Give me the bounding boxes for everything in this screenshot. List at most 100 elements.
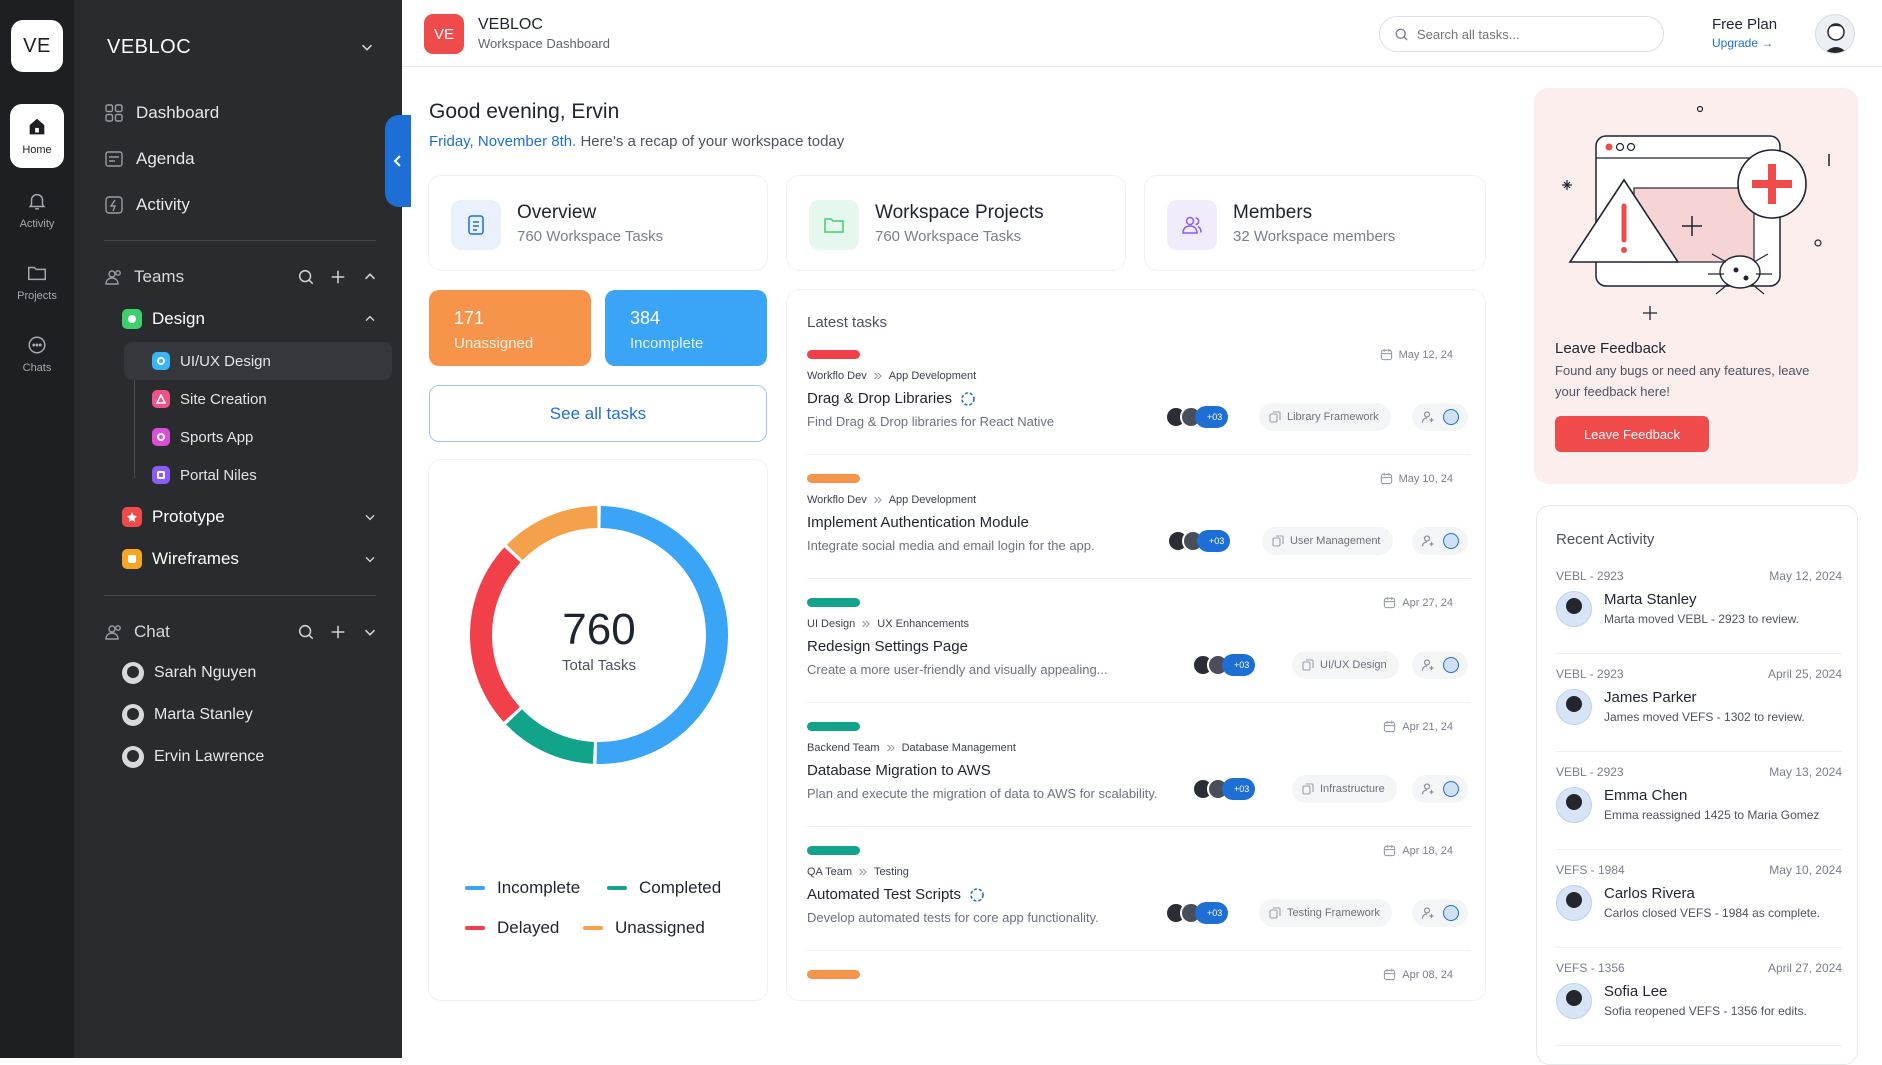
avatar	[1443, 905, 1459, 921]
workspace-logo[interactable]: VE	[424, 14, 464, 54]
chevron-left-icon	[393, 155, 401, 167]
task-tag[interactable]: Infrastructure	[1292, 775, 1397, 803]
teams-header[interactable]: Teams	[104, 263, 379, 291]
assign-button[interactable]	[1412, 899, 1468, 927]
avatar	[1443, 409, 1459, 425]
assign-button[interactable]	[1412, 527, 1468, 555]
task-assignees[interactable]: +03	[1167, 530, 1231, 552]
stat-card-overview[interactable]: Overview 760 Workspace Tasks	[429, 176, 767, 270]
task-date-text: May 10, 24	[1398, 472, 1453, 485]
upgrade-link[interactable]: Upgrade →	[1712, 36, 1773, 50]
task-assignees[interactable]: +03	[1192, 778, 1256, 800]
chevron-down-icon[interactable]	[362, 509, 378, 525]
sub-item-sports-app[interactable]: Sports App	[124, 418, 392, 456]
task-date-text: Apr 27, 24	[1402, 596, 1453, 609]
task-row[interactable]: May 12, 24 Workflo Dev App Development Drag…	[807, 349, 1471, 474]
rail-item-home[interactable]: Home	[10, 104, 64, 168]
chat-user[interactable]: Sarah Nguyen	[122, 658, 256, 688]
task-tag-label: Testing Framework	[1287, 907, 1380, 919]
tile-unassigned[interactable]: 171 Unassigned	[429, 290, 591, 366]
nav-item-agenda[interactable]: Agenda	[104, 144, 195, 174]
stat-card-workspace-projects[interactable]: Workspace Projects 760 Workspace Tasks	[787, 176, 1125, 270]
team-group-prototype[interactable]: Prototype	[122, 502, 378, 532]
task-assignees[interactable]: +03	[1192, 654, 1256, 676]
task-title[interactable]: Implement Authentication Module	[807, 514, 1029, 531]
rail-item-activity[interactable]: Activity	[10, 178, 64, 242]
search-input[interactable]	[1417, 26, 1637, 42]
task-title[interactable]: Automated Test Scripts	[807, 886, 985, 903]
chevron-down-icon[interactable]	[362, 551, 378, 567]
legend-item: Incomplete	[465, 878, 580, 898]
task-row[interactable]: Apr 18, 24 QA Team Testing Automated Test S…	[807, 844, 1471, 970]
activity-item[interactable]: VEFS - 1984 May 10, 2024 Carlos Rivera C…	[1556, 863, 1842, 961]
rail-item-projects[interactable]: Projects	[10, 250, 64, 314]
task-title[interactable]: Redesign Settings Page	[807, 638, 968, 655]
sub-item-site-creation[interactable]: Site Creation	[124, 380, 392, 418]
stat-card-members[interactable]: Members 32 Workspace members	[1145, 176, 1485, 270]
activity-item[interactable]: VEFS - 1356 April 27, 2024 Sofia Lee Sof…	[1556, 961, 1842, 1059]
legend-swatch	[607, 886, 627, 890]
chat-user[interactable]: Marta Stanley	[122, 700, 253, 730]
calendar-icon	[1384, 844, 1396, 857]
chevron-down-icon[interactable]	[361, 623, 379, 641]
task-tag[interactable]: Testing Framework	[1259, 899, 1392, 927]
task-assignees[interactable]: +03	[1165, 406, 1229, 428]
sub-item-portal-niles[interactable]: Portal Niles	[124, 456, 392, 494]
tag-icon	[1272, 535, 1284, 547]
sidebar-collapse-button[interactable]	[385, 115, 411, 207]
task-tag[interactable]: Library Framework	[1259, 403, 1391, 431]
rail-item-chats[interactable]: Chats	[10, 322, 64, 386]
tile-incomplete[interactable]: 384 Incomplete	[605, 290, 767, 366]
task-title[interactable]: Drag & Drop Libraries	[807, 390, 976, 407]
search-box[interactable]	[1379, 16, 1664, 52]
activity-item[interactable]: VEBL - 2923 April 25, 2024 James Parker …	[1556, 667, 1842, 765]
task-date: Apr 18, 24	[1383, 844, 1453, 857]
nav-item-activity[interactable]: Activity	[104, 190, 190, 220]
assign-button[interactable]	[1412, 403, 1468, 431]
chat-user[interactable]: Ervin Lawrence	[122, 742, 264, 772]
chevron-up-icon[interactable]	[362, 311, 378, 327]
task-tag[interactable]: UI/UX Design	[1292, 651, 1399, 679]
nav-item-dashboard[interactable]: Dashboard	[104, 98, 219, 128]
feedback-card: Leave Feedback Found any bugs or need an…	[1534, 88, 1858, 484]
top-header: VE VEBLOC Workspace Dashboard Free Plan …	[402, 0, 1882, 67]
assign-button[interactable]	[1412, 651, 1468, 679]
activity-item[interactable]: VEBL - 2923 May 12, 2024 Marta Stanley M…	[1556, 569, 1842, 667]
legend-label: Incomplete	[497, 878, 581, 897]
see-all-tasks-button[interactable]: See all tasks	[429, 385, 767, 442]
search-icon[interactable]	[297, 623, 315, 641]
task-tag[interactable]: User Management	[1262, 527, 1393, 555]
task-breadcrumb: UI Design UX Enhancements	[807, 618, 969, 630]
sidebar-divider	[104, 595, 376, 596]
team-group-wireframes[interactable]: Wireframes	[122, 544, 378, 574]
stat-icon-box	[1167, 200, 1217, 250]
search-icon[interactable]	[297, 268, 315, 286]
task-title[interactable]: Database Migration to AWS	[807, 762, 991, 779]
rail-logo[interactable]: VE	[11, 20, 63, 72]
user-avatar[interactable]	[1815, 14, 1855, 54]
task-row[interactable]: May 10, 24 Workflo Dev App Development Impl…	[807, 472, 1471, 598]
task-row[interactable]: Apr 08, 24	[807, 969, 1467, 1000]
chevron-down-icon[interactable]	[358, 38, 376, 56]
assign-button[interactable]	[1412, 775, 1468, 803]
team-group-design[interactable]: Design	[122, 304, 378, 334]
add-user-icon	[1421, 411, 1434, 423]
task-title-text: Redesign Settings Page	[807, 638, 968, 655]
chat-user-name: Sarah Nguyen	[154, 664, 257, 681]
activity-item[interactable]: VEBL - 2923 May 13, 2024 Emma Chen Emma …	[1556, 765, 1842, 863]
task-row[interactable]: Apr 21, 24 Backend Team Database Managemen…	[807, 720, 1471, 846]
plus-icon[interactable]	[329, 268, 347, 286]
plus-icon[interactable]	[329, 623, 347, 641]
task-assignees[interactable]: +03	[1165, 902, 1229, 924]
leave-feedback-button[interactable]: Leave Feedback	[1555, 416, 1709, 452]
task-row[interactable]: Apr 27, 24 UI Design UX Enhancements Redesi…	[807, 596, 1471, 722]
chat-header[interactable]: Chat	[104, 618, 379, 646]
calendar-icon	[1384, 720, 1396, 733]
chevron-up-icon[interactable]	[361, 268, 379, 286]
feedback-title: Leave Feedback	[1555, 340, 1666, 357]
sub-item-uiux-design[interactable]: UI/UX Design	[124, 342, 392, 380]
more-assignees-badge: +03	[1197, 530, 1231, 552]
workspace-name[interactable]: VEBLOC	[107, 36, 191, 59]
task-status-chart-card: 760 Total Tasks Incomplete Completed Del…	[429, 460, 767, 1000]
legend-item: Unassigned	[583, 918, 705, 938]
